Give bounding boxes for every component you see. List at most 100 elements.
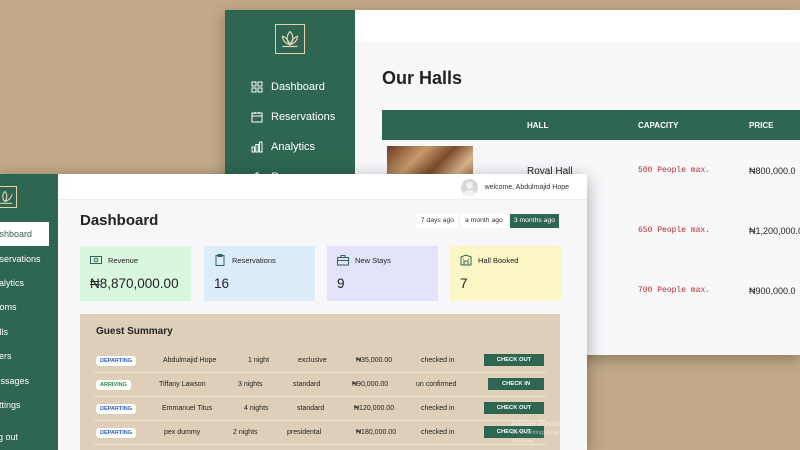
dashboard-sidebar: Dashboard Reservations Analytics Rooms H…: [0, 174, 58, 450]
guest-amount: ₦90,000.00: [352, 381, 389, 388]
money-icon: [90, 254, 102, 266]
guest-summary-panel: Guest Summary DEPARTING Abdulmajid Hope …: [80, 314, 560, 450]
card-label: Reservations: [232, 256, 276, 265]
page-title: Dashboard: [80, 212, 159, 229]
hall-booked-card: Hall Booked 7: [450, 246, 561, 301]
sidebar-item-label: Halls: [0, 326, 9, 337]
range-1-month-button[interactable]: a month ago: [461, 214, 507, 228]
card-label: New Stays: [355, 256, 391, 265]
suitcase-icon: [337, 254, 349, 266]
card-value: 9: [337, 276, 345, 291]
status-badge: ARRIVING: [96, 380, 131, 390]
guest-room: exclusive: [298, 357, 327, 364]
table-row: ARRIVING Tiffany Lawson 3 nights standar…: [94, 373, 546, 397]
sidebar-item-halls[interactable]: Halls: [0, 320, 58, 344]
status-badge: DEPARTING: [96, 404, 136, 414]
revenue-card: Revenue ₦8,870,000.00: [80, 246, 191, 301]
sidebar-item-label: Messages: [0, 375, 30, 386]
sidebar-item-label: Dashboard: [0, 229, 33, 240]
column-header-hall: HALL: [527, 121, 549, 130]
guest-name: pex dummy: [164, 429, 201, 436]
sidebar-item-label: Reservations: [0, 253, 41, 264]
reservations-card: Reservations 16: [204, 246, 315, 301]
bar-chart-icon: [251, 141, 263, 153]
hall-price: ₦800,000.0: [749, 166, 796, 176]
status-badge: DEPARTING: [96, 428, 136, 438]
welcome-text: welcome, Abdulmajid Hope: [484, 184, 569, 191]
user-menu[interactable]: welcome, Abdulmajid Hope: [460, 179, 569, 196]
card-value: 7: [460, 276, 468, 291]
halls-nav-label: Dashboard: [271, 81, 325, 93]
guest-amount: ₦35,000.00: [356, 357, 393, 364]
range-3-months-button[interactable]: 3 months ago: [509, 214, 559, 228]
sidebar-item-label: Settings: [0, 399, 21, 410]
halls-table-header: HALL CAPACITY PRICE: [382, 110, 800, 140]
guest-name: Emmanuel Titus: [162, 405, 213, 412]
grid-icon: [251, 81, 263, 93]
sidebar-item-analytics[interactable]: Analytics: [0, 271, 58, 295]
guest-state: un confirmed: [416, 381, 457, 388]
watermark-line2: Go to Settings to activate Windows.: [511, 430, 573, 445]
hall-capacity: 700 People max.: [638, 286, 711, 295]
sidebar-item-label: Users: [0, 351, 12, 362]
check-out-button[interactable]: CHECK OUT: [484, 402, 544, 414]
guest-name: Tiffany Lawson: [159, 381, 206, 388]
sidebar-item-label: Analytics: [0, 277, 25, 288]
watermark-line1: Activate Windows: [511, 421, 567, 428]
sidebar-item-label: Log out: [0, 432, 19, 443]
column-header-capacity: CAPACITY: [638, 121, 679, 130]
sidebar-item-dashboard[interactable]: Dashboard: [0, 222, 49, 247]
guest-room: presidental: [287, 429, 322, 436]
table-row: DEPARTING Abdulmajid Hope 1 night exclus…: [94, 349, 546, 373]
table-row: DEPARTING pex dummy 2 nights presidental…: [94, 421, 546, 445]
guest-room: standard: [293, 381, 321, 388]
guest-state: checked in: [421, 357, 455, 364]
lotus-logo-icon: [0, 186, 17, 208]
windows-activation-watermark: Activate Windows Go to Settings to activ…: [511, 420, 587, 447]
halls-nav-label: Reservations: [271, 111, 336, 123]
halls-nav-dashboard[interactable]: Dashboard: [251, 72, 335, 102]
lotus-logo-icon: [275, 24, 305, 54]
hall-price: ₦900,000.0: [749, 286, 796, 296]
range-7-days-button[interactable]: 7 days ago: [416, 214, 459, 228]
sidebar-item-label: Rooms: [0, 302, 17, 313]
clipboard-icon: [214, 254, 226, 266]
sidebar-item-messages[interactable]: Messages: [0, 368, 58, 392]
guest-amount: ₦120,000.00: [354, 405, 395, 412]
hall-price: ₦1,200,000.0: [749, 226, 800, 236]
guest-state: checked in: [421, 405, 455, 412]
hall-capacity: 650 People max.: [638, 226, 711, 235]
guest-summary-title: Guest Summary: [96, 326, 173, 337]
dashboard-window: Dashboard Reservations Analytics Rooms H…: [0, 174, 587, 450]
building-icon: [460, 254, 472, 266]
guest-nights: 4 nights: [244, 405, 269, 412]
guest-amount: ₦180,000.00: [356, 429, 397, 436]
guest-state: checked in: [421, 429, 455, 436]
dashboard-topbar: welcome, Abdulmajid Hope: [58, 174, 587, 200]
time-range-selector: 7 days ago a month ago 3 months ago: [416, 214, 559, 228]
column-header-price: PRICE: [749, 121, 774, 130]
sidebar-item-logout[interactable]: Log out: [0, 425, 58, 449]
sidebar-item-rooms[interactable]: Rooms: [0, 295, 58, 319]
halls-nav-analytics[interactable]: Analytics: [251, 132, 335, 162]
guest-nights: 2 nights: [233, 429, 258, 436]
check-out-button[interactable]: CHECK OUT: [484, 354, 544, 366]
check-in-button[interactable]: CHECK IN: [488, 378, 544, 390]
avatar: [460, 179, 478, 196]
status-badge: DEPARTING: [96, 356, 136, 366]
guest-room: standard: [297, 405, 325, 412]
card-value: ₦8,870,000.00: [90, 276, 179, 291]
halls-nav-label: Analytics: [271, 141, 316, 153]
card-value: 16: [214, 276, 230, 291]
table-row: DEPARTING Emmanuel Titus 4 nights standa…: [94, 397, 546, 421]
halls-nav-reservations[interactable]: Reservations: [251, 102, 335, 132]
dashboard-main: welcome, Abdulmajid Hope Dashboard 7 day…: [58, 174, 587, 450]
new-stays-card: New Stays 9: [327, 246, 438, 301]
sidebar-item-settings[interactable]: Settings: [0, 393, 58, 417]
sidebar-item-users[interactable]: Users: [0, 344, 58, 368]
card-label: Hall Booked: [478, 256, 519, 265]
page-title: Our Halls: [382, 68, 463, 88]
sidebar-item-reservations[interactable]: Reservations: [0, 246, 58, 270]
guest-name: Abdulmajid Hope: [163, 357, 217, 364]
hall-capacity: 500 People max.: [638, 166, 711, 175]
